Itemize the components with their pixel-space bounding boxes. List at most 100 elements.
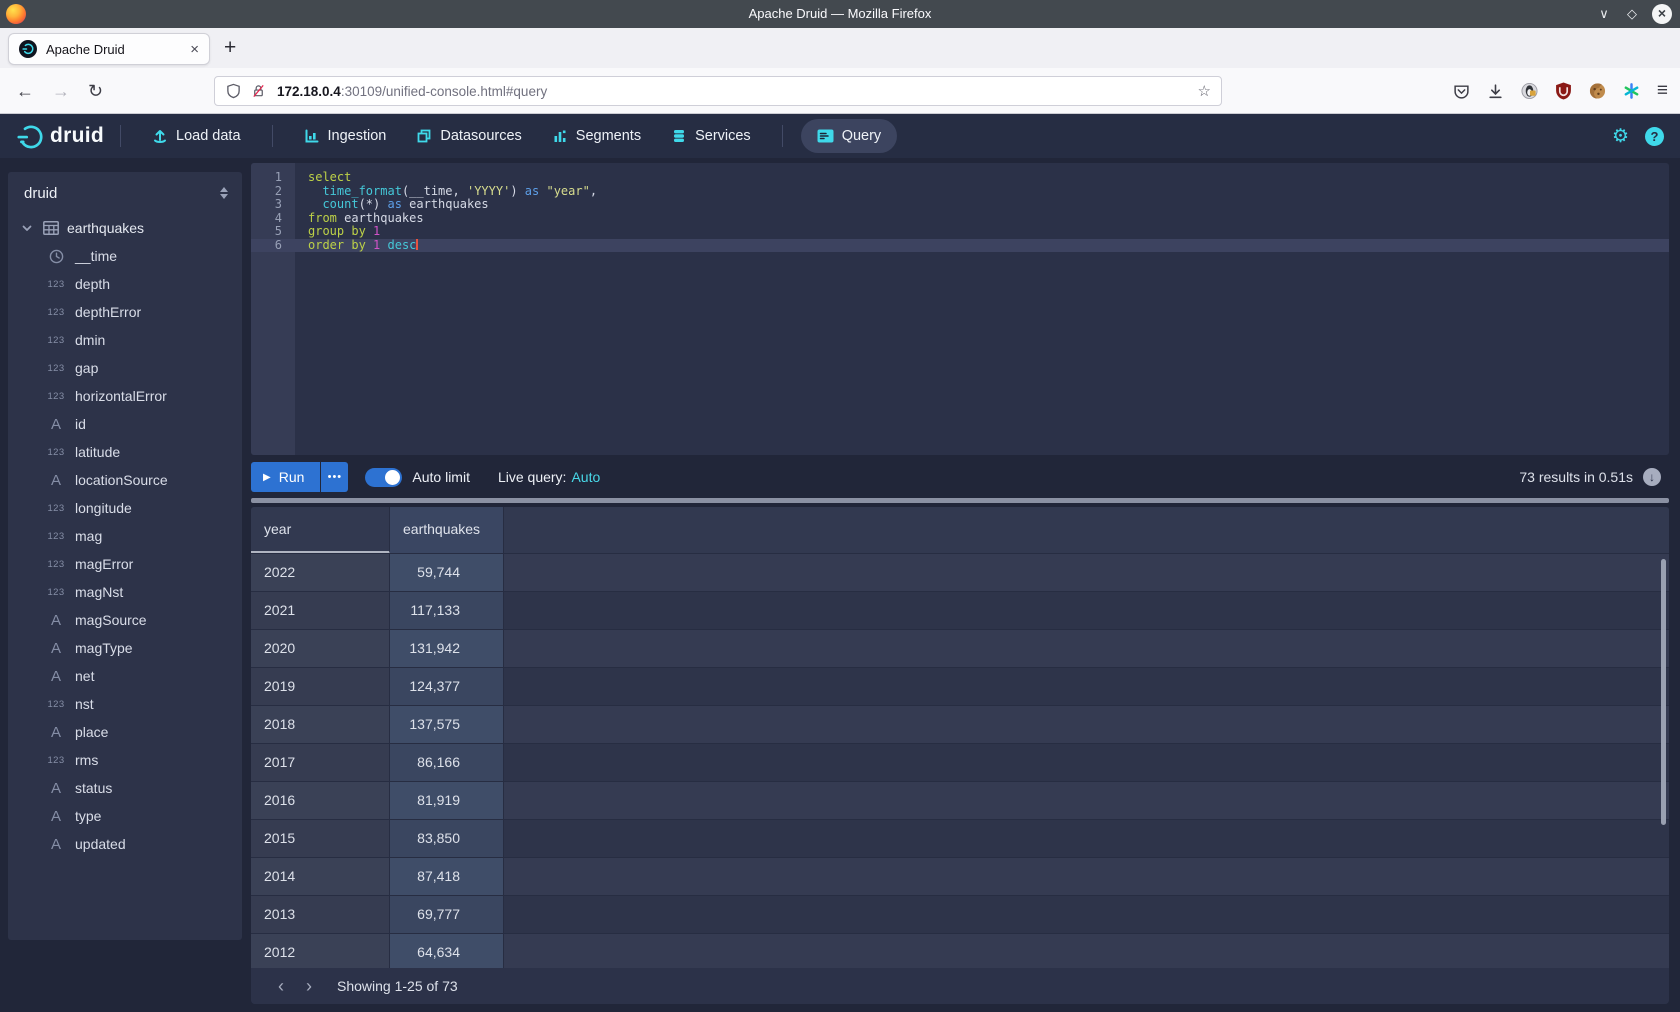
editor-line-6[interactable]: 6order by 1 desc (251, 239, 1669, 253)
cell-year[interactable]: 2018 (251, 706, 390, 743)
run-more-button[interactable]: ••• (321, 462, 348, 492)
chevron-down-icon[interactable] (21, 222, 33, 234)
tree-column-updated[interactable]: Aupdated (8, 830, 242, 858)
cell-year[interactable]: 2013 (251, 896, 390, 933)
tree-column-depthError[interactable]: 123depthError (8, 298, 242, 326)
tree-table-earthquakes[interactable]: earthquakes (8, 214, 242, 242)
table-row-2022[interactable]: 202259,744 (251, 553, 1669, 591)
tree-column-magNst[interactable]: 123magNst (8, 578, 242, 606)
editor-line-2[interactable]: 2 time_format(__time, 'YYYY') as "year", (251, 185, 1669, 199)
ublock-origin-icon[interactable] (1555, 83, 1572, 100)
reload-button[interactable]: ↻ (88, 68, 103, 114)
table-row-2020[interactable]: 2020131,942 (251, 629, 1669, 667)
nav-load-data[interactable]: Load data (137, 119, 256, 153)
tree-column-status[interactable]: Astatus (8, 774, 242, 802)
tree-column-net[interactable]: Anet (8, 662, 242, 690)
window-close-button[interactable]: × (1652, 4, 1672, 24)
table-row-2015[interactable]: 201583,850 (251, 819, 1669, 857)
prev-page-button[interactable]: ‹ (267, 976, 295, 997)
download-results-icon[interactable]: ↓ (1643, 468, 1661, 486)
cell-earthquakes[interactable]: 131,942 (390, 630, 504, 667)
forward-button[interactable]: → (52, 68, 70, 114)
cell-earthquakes[interactable]: 86,166 (390, 744, 504, 781)
schema-switcher-icon[interactable] (220, 187, 228, 199)
back-button[interactable]: ← (16, 68, 34, 114)
tree-column-locationSource[interactable]: AlocationSource (8, 466, 242, 494)
tab-close-icon[interactable]: × (190, 41, 199, 58)
table-row-2013[interactable]: 201369,777 (251, 895, 1669, 933)
tree-column-rms[interactable]: 123rms (8, 746, 242, 774)
url-bar[interactable]: 172.18.0.4 :30109/unified-console.html#q… (214, 76, 1222, 106)
cell-earthquakes[interactable]: 81,919 (390, 782, 504, 819)
cell-earthquakes[interactable]: 83,850 (390, 820, 504, 857)
tree-column-depth[interactable]: 123depth (8, 270, 242, 298)
vertical-scrollbar[interactable] (1661, 559, 1666, 825)
bookmark-star-icon[interactable]: ☆ (1198, 82, 1211, 100)
cell-year[interactable]: 2014 (251, 858, 390, 895)
cell-year[interactable]: 2012 (251, 934, 390, 968)
nav-datasources[interactable]: Datasources (401, 119, 536, 153)
horizontal-scrollbar[interactable] (251, 498, 1669, 503)
cell-earthquakes[interactable]: 69,777 (390, 896, 504, 933)
tree-column-__time[interactable]: __time (8, 242, 242, 270)
auto-limit-toggle[interactable] (365, 468, 402, 487)
tree-column-place[interactable]: Aplace (8, 718, 242, 746)
sql-editor[interactable]: 1select2 time_format(__time, 'YYYY') as … (251, 163, 1669, 455)
cell-earthquakes[interactable]: 124,377 (390, 668, 504, 705)
nav-query[interactable]: Query (801, 119, 898, 153)
table-row-2012[interactable]: 201264,634 (251, 933, 1669, 968)
downloads-icon[interactable] (1487, 83, 1504, 100)
cell-earthquakes[interactable]: 87,418 (390, 858, 504, 895)
next-page-button[interactable]: › (295, 976, 323, 997)
table-row-2016[interactable]: 201681,919 (251, 781, 1669, 819)
tree-column-nst[interactable]: 123nst (8, 690, 242, 718)
menu-icon[interactable]: ≡ (1657, 80, 1668, 102)
run-button[interactable]: ▶ Run (251, 462, 320, 492)
tree-column-id[interactable]: Aid (8, 410, 242, 438)
table-row-2014[interactable]: 201487,418 (251, 857, 1669, 895)
pocket-icon[interactable] (1453, 83, 1470, 100)
table-row-2019[interactable]: 2019124,377 (251, 667, 1669, 705)
tree-column-latitude[interactable]: 123latitude (8, 438, 242, 466)
editor-line-5[interactable]: 5group by 1 (251, 225, 1669, 239)
tree-column-gap[interactable]: 123gap (8, 354, 242, 382)
tree-column-magType[interactable]: AmagType (8, 634, 242, 662)
cell-year[interactable]: 2015 (251, 820, 390, 857)
insecure-lock-icon[interactable] (250, 83, 267, 100)
live-query-value[interactable]: Auto (571, 469, 600, 485)
extension-privacy-lock-icon[interactable] (1521, 83, 1538, 100)
nav-segments[interactable]: Segments (537, 119, 656, 153)
tree-column-horizontalError[interactable]: 123horizontalError (8, 382, 242, 410)
tracking-shield-icon[interactable] (225, 83, 242, 100)
druid-logo[interactable]: druid (16, 123, 104, 150)
editor-line-1[interactable]: 1select (251, 171, 1669, 185)
nav-ingestion[interactable]: Ingestion (289, 119, 402, 153)
cell-year[interactable]: 2019 (251, 668, 390, 705)
tree-column-dmin[interactable]: 123dmin (8, 326, 242, 354)
containers-asterisk-icon[interactable] (1623, 83, 1640, 100)
tree-column-longitude[interactable]: 123longitude (8, 494, 242, 522)
cell-earthquakes[interactable]: 64,634 (390, 934, 504, 968)
cell-year[interactable]: 2016 (251, 782, 390, 819)
window-shade-button[interactable]: ∨ (1596, 6, 1612, 22)
cell-year[interactable]: 2020 (251, 630, 390, 667)
cell-year[interactable]: 2017 (251, 744, 390, 781)
settings-gear-icon[interactable]: ⚙ (1612, 125, 1629, 148)
editor-line-4[interactable]: 4from earthquakes (251, 212, 1669, 226)
cell-year[interactable]: 2022 (251, 554, 390, 591)
table-row-2017[interactable]: 201786,166 (251, 743, 1669, 781)
table-row-2018[interactable]: 2018137,575 (251, 705, 1669, 743)
cell-earthquakes[interactable]: 117,133 (390, 592, 504, 629)
cell-earthquakes[interactable]: 137,575 (390, 706, 504, 743)
tab-apache-druid[interactable]: Apache Druid × (8, 33, 210, 65)
table-row-2021[interactable]: 2021117,133 (251, 591, 1669, 629)
nav-services[interactable]: Services (656, 119, 766, 153)
tree-column-magSource[interactable]: AmagSource (8, 606, 242, 634)
help-icon[interactable]: ? (1645, 127, 1664, 146)
cookie-extension-icon[interactable] (1589, 83, 1606, 100)
tree-column-type[interactable]: Atype (8, 802, 242, 830)
window-maximize-button[interactable]: ◇ (1624, 6, 1640, 22)
editor-line-3[interactable]: 3 count(*) as earthquakes (251, 198, 1669, 212)
column-header-earthquakes[interactable]: earthquakes (390, 507, 504, 554)
cell-earthquakes[interactable]: 59,744 (390, 554, 504, 591)
